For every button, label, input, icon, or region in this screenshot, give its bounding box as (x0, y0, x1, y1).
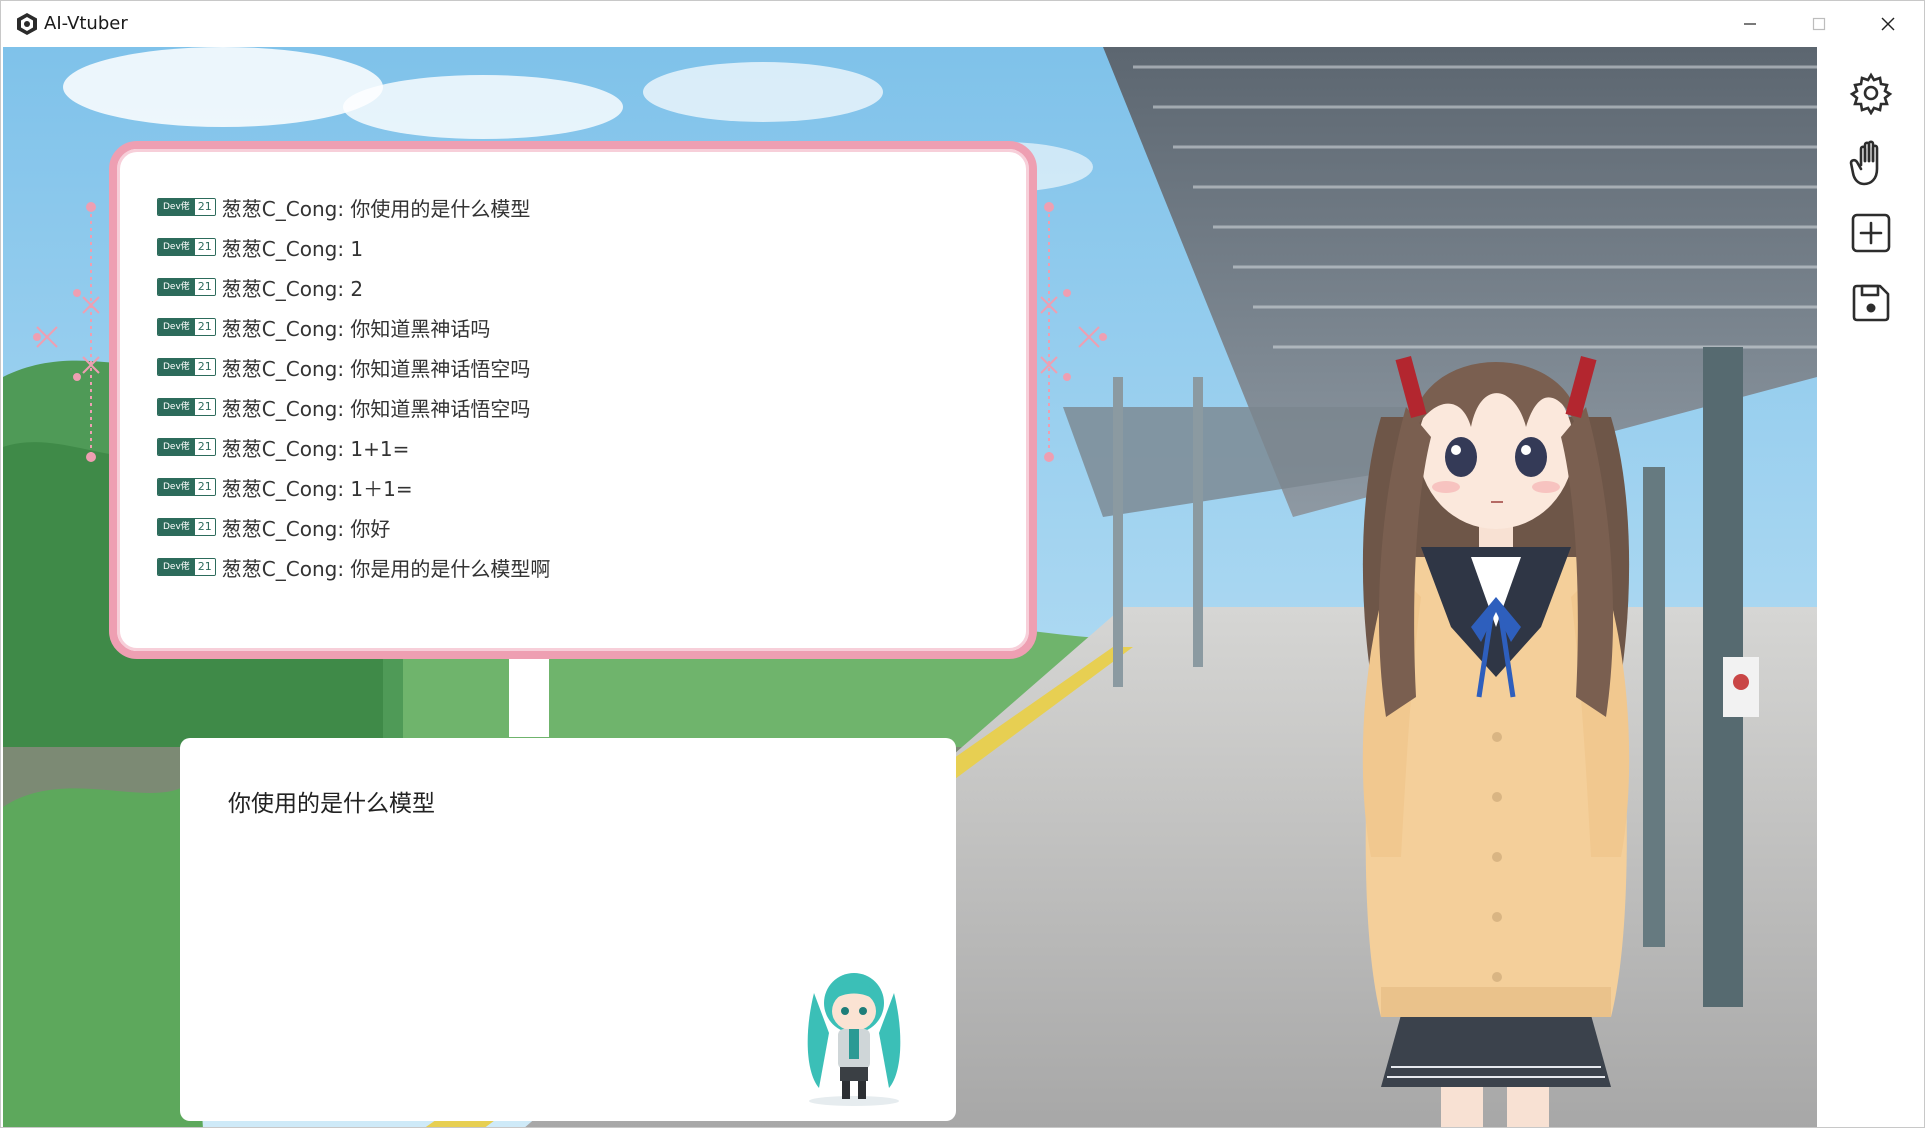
save-icon (1852, 284, 1890, 322)
medal-name: Dev佬 (158, 479, 195, 495)
chibi-mascot-image (807, 973, 901, 1106)
fan-medal-badge: Dev佬 21 (157, 238, 216, 256)
danmaku-item: Dev佬 21 葱葱C_Cong: 你知道黑神话悟空吗 (157, 387, 1017, 427)
fan-medal-badge: Dev佬 21 (157, 358, 216, 376)
settings-button[interactable] (1847, 69, 1895, 117)
medal-name: Dev佬 (158, 559, 195, 575)
medal-name: Dev佬 (158, 439, 195, 455)
maximize-icon (1812, 17, 1826, 31)
fan-medal-badge: Dev佬 21 (157, 438, 216, 456)
danmaku-text: 葱葱C_Cong: 你知道黑神话吗 (221, 316, 491, 341)
fan-medal-badge: Dev佬 21 (157, 318, 216, 336)
reply-text: 你使用的是什么模型 (228, 791, 435, 817)
danmaku-item: Dev佬 21 葱葱C_Cong: 你好 (157, 507, 1017, 547)
medal-name: Dev佬 (158, 399, 195, 415)
reply-box: 你使用的是什么模型 (180, 738, 956, 1121)
medal-level: 21 (194, 239, 215, 255)
medal-level: 21 (194, 359, 215, 375)
medal-level: 21 (194, 399, 215, 415)
danmaku-text: 葱葱C_Cong: 2 (221, 276, 364, 301)
fan-medal-badge: Dev佬 21 (157, 278, 216, 296)
danmaku-item: Dev佬 21 葱葱C_Cong: 2 (157, 267, 1017, 307)
danmaku-item: Dev佬 21 葱葱C_Cong: 你使用的是什么模型 (157, 187, 1017, 227)
plus-square-icon (1851, 213, 1891, 253)
window-title: AI-Vtuber (44, 13, 128, 34)
danmaku-text: 葱葱C_Cong: 1 (221, 236, 364, 261)
gear-icon (1849, 72, 1893, 115)
right-ornament (1040, 202, 1107, 462)
add-button[interactable] (1847, 209, 1895, 257)
app-logo-icon (17, 13, 37, 35)
fan-medal-badge: Dev佬 21 (157, 518, 216, 536)
fan-medal-badge: Dev佬 21 (157, 398, 216, 416)
hand-icon (1849, 140, 1879, 186)
medal-level: 21 (194, 279, 215, 295)
medal-name: Dev佬 (158, 279, 195, 295)
danmaku-item: Dev佬 21 葱葱C_Cong: 1 (157, 227, 1017, 267)
danmaku-text: 葱葱C_Cong: 你知道黑神话悟空吗 (221, 396, 531, 421)
medal-level: 21 (194, 559, 215, 575)
medal-name: Dev佬 (158, 319, 195, 335)
danmaku-panel: Dev佬 21 葱葱C_Cong: 你使用的是什么模型 Dev佬 21 葱葱C_Co… (109, 141, 1037, 659)
danmaku-item: Dev佬 21 葱葱C_Cong: 1+1= (157, 427, 1017, 467)
minimize-icon (1744, 23, 1756, 25)
vtuber-character-model (1362, 355, 1630, 1127)
side-toolbar (1817, 47, 1924, 1127)
medal-level: 21 (194, 519, 215, 535)
fan-medal-badge: Dev佬 21 (157, 558, 216, 576)
danmaku-text: 葱葱C_Cong: 1+1= (221, 436, 410, 461)
title-bar[interactable]: AI-Vtuber (1, 1, 1924, 47)
danmaku-text: 葱葱C_Cong: 你好 (221, 516, 391, 541)
danmaku-item: Dev佬 21 葱葱C_Cong: 你知道黑神话悟空吗 (157, 347, 1017, 387)
medal-level: 21 (194, 479, 215, 495)
danmaku-text: 葱葱C_Cong: 你知道黑神话悟空吗 (221, 356, 531, 381)
maximize-button[interactable] (1784, 1, 1854, 47)
minimize-button[interactable] (1715, 1, 1785, 47)
medal-level: 21 (194, 319, 215, 335)
left-ornament (33, 202, 100, 462)
interact-button[interactable] (1847, 139, 1895, 187)
close-icon (1881, 17, 1895, 31)
fan-medal-badge: Dev佬 21 (157, 198, 216, 216)
stage-background: Dev佬 21 葱葱C_Cong: 你使用的是什么模型 Dev佬 21 葱葱C_Co… (3, 47, 1817, 1127)
danmaku-item: Dev佬 21 葱葱C_Cong: 你知道黑神话吗 (157, 307, 1017, 347)
danmaku-text: 葱葱C_Cong: 1＋1= (221, 476, 413, 501)
medal-level: 21 (194, 439, 215, 455)
danmaku-item: Dev佬 21 葱葱C_Cong: 1＋1= (157, 467, 1017, 507)
medal-name: Dev佬 (158, 239, 195, 255)
danmaku-list: Dev佬 21 葱葱C_Cong: 你使用的是什么模型 Dev佬 21 葱葱C_Co… (157, 187, 1017, 587)
medal-name: Dev佬 (158, 519, 195, 535)
close-button[interactable] (1853, 1, 1923, 47)
medal-name: Dev佬 (158, 359, 195, 375)
app-window: AI-Vtuber Dev佬 21 葱葱C_Cong: 你使用的是什么模型 De… (0, 0, 1925, 1128)
danmaku-text: 葱葱C_Cong: 你是用的是什么模型啊 (221, 556, 551, 581)
save-button[interactable] (1847, 279, 1895, 327)
medal-level: 21 (194, 199, 215, 215)
fan-medal-badge: Dev佬 21 (157, 478, 216, 496)
medal-name: Dev佬 (158, 199, 195, 215)
danmaku-text: 葱葱C_Cong: 你使用的是什么模型 (221, 196, 531, 221)
danmaku-item: Dev佬 21 葱葱C_Cong: 你是用的是什么模型啊 (157, 547, 1017, 587)
